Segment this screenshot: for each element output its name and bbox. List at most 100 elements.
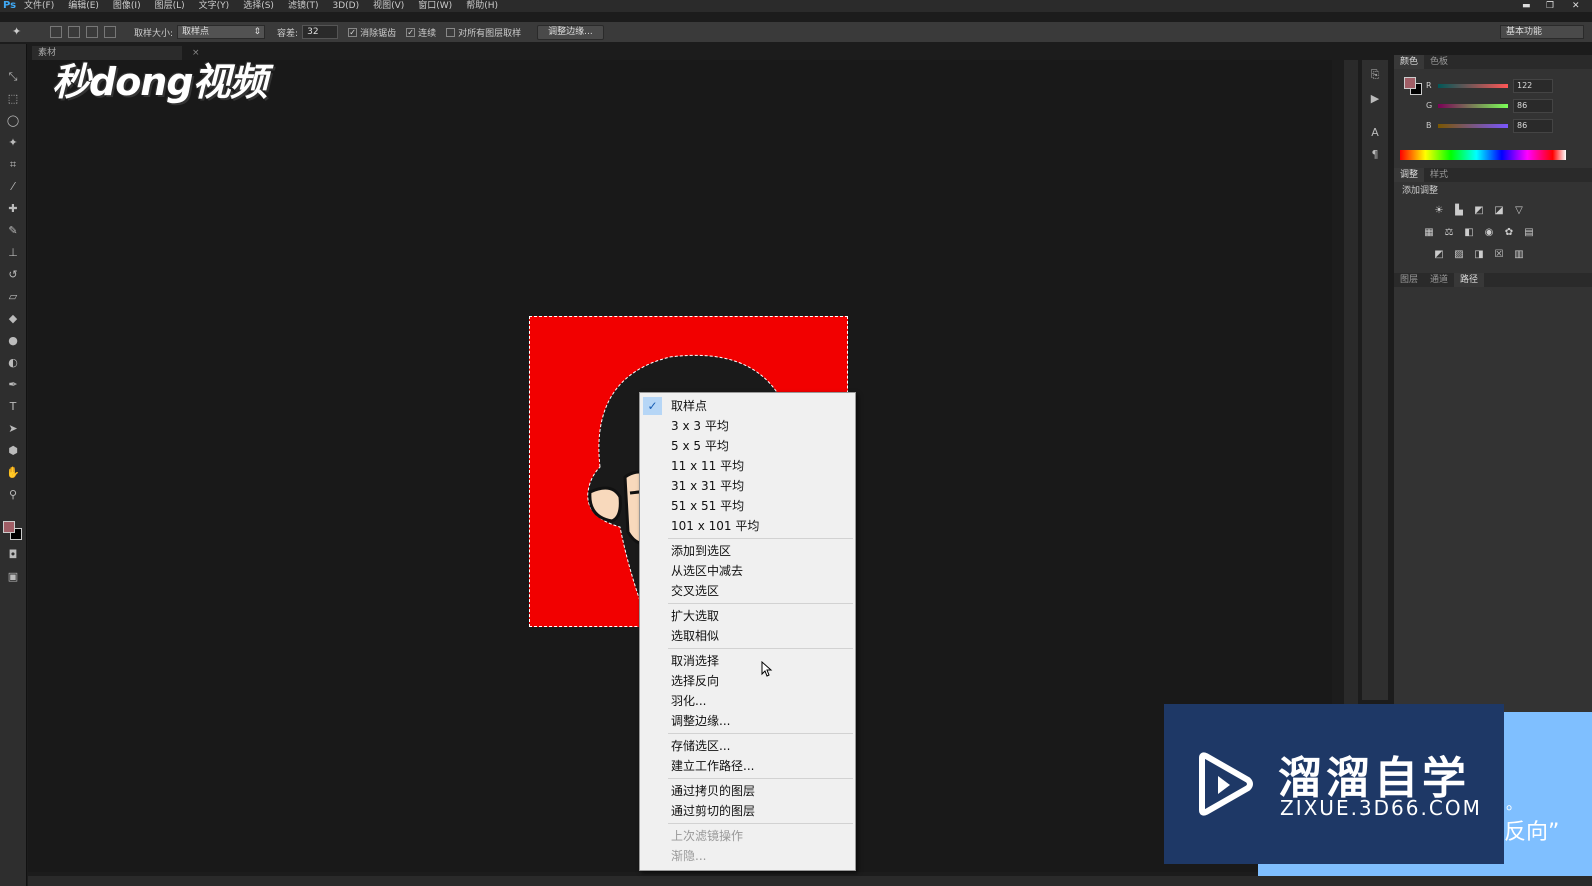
shape-tool-icon[interactable]: ⬢	[4, 442, 22, 460]
photo-filter-icon[interactable]: ◉	[1482, 227, 1496, 239]
add-selection-icon[interactable]	[68, 26, 80, 38]
threshold-icon[interactable]: ◨	[1472, 249, 1486, 261]
stamp-tool-icon[interactable]: ⊥	[4, 244, 22, 262]
blue-value[interactable]: 86	[1513, 119, 1553, 133]
menu-filter[interactable]: 滤镜(T)	[288, 0, 319, 12]
menu-item-deselect[interactable]: 取消选择	[640, 651, 855, 671]
blue-slider[interactable]: B 86	[1426, 119, 1588, 133]
green-value[interactable]: 86	[1513, 99, 1553, 113]
posterize-icon[interactable]: ▨	[1452, 249, 1466, 261]
tab-color[interactable]: 颜色	[1394, 55, 1425, 69]
sample-size-select[interactable]: 取样点 ⇕	[177, 25, 266, 39]
menu-item-save-selection[interactable]: 存储选区...	[640, 736, 855, 756]
tolerance-input[interactable]: 32	[302, 25, 339, 39]
minimize-icon[interactable]: ▬	[1522, 0, 1531, 12]
tab-channels[interactable]: 通道	[1424, 273, 1454, 287]
curves-icon[interactable]: ◩	[1472, 205, 1486, 217]
menu-item-101x101[interactable]: 101 x 101 平均	[640, 516, 855, 536]
move-tool-icon[interactable]: ⤡	[4, 68, 22, 86]
green-slider[interactable]: G 86	[1426, 99, 1588, 113]
menu-item-make-work-path[interactable]: 建立工作路径...	[640, 756, 855, 776]
menu-item-select-inverse[interactable]: 选择反向	[640, 671, 855, 691]
tab-styles[interactable]: 样式	[1424, 168, 1454, 182]
history-brush-icon[interactable]: ↺	[4, 266, 22, 284]
paint-bucket-icon[interactable]: ◆	[4, 310, 22, 328]
gradient-map-icon[interactable]: ▥	[1512, 249, 1526, 261]
screen-mode-icon[interactable]: ▣	[4, 568, 22, 586]
sample-all-checkbox[interactable]	[446, 27, 456, 37]
magic-wand-icon[interactable]: ✦	[4, 134, 22, 152]
menu-item-31x31[interactable]: 31 x 31 平均	[640, 476, 855, 496]
menu-item-51x51[interactable]: 51 x 51 平均	[640, 496, 855, 516]
levels-icon[interactable]: ▙	[1452, 205, 1466, 217]
subtract-selection-icon[interactable]	[86, 26, 98, 38]
hue-saturation-icon[interactable]: ▦	[1422, 227, 1436, 239]
menu-help[interactable]: 帮助(H)	[466, 0, 498, 12]
pen-tool-icon[interactable]: ✒	[4, 376, 22, 394]
magic-wand-tool-icon[interactable]: ✦	[12, 26, 24, 38]
channel-mixer-icon[interactable]: ✿	[1502, 227, 1516, 239]
menu-select[interactable]: 选择(S)	[243, 0, 274, 12]
red-track[interactable]	[1438, 84, 1508, 88]
type-tool-icon[interactable]: T	[4, 398, 22, 416]
menu-item-point-sample[interactable]: ✓ 取样点	[640, 396, 855, 416]
lasso-tool-icon[interactable]: ◯	[4, 112, 22, 130]
actions-play-icon[interactable]: ▶	[1368, 92, 1382, 106]
menu-item-11x11[interactable]: 11 x 11 平均	[640, 456, 855, 476]
character-panel-icon[interactable]: A	[1368, 126, 1382, 140]
quick-mask-icon[interactable]: ◘	[4, 546, 22, 564]
tab-paths[interactable]: 路径	[1454, 273, 1485, 287]
red-value[interactable]: 122	[1513, 79, 1553, 93]
dodge-tool-icon[interactable]: ◐	[4, 354, 22, 372]
menu-item-feather[interactable]: 羽化...	[640, 691, 855, 711]
menu-item-refine-edge[interactable]: 调整边缘...	[640, 711, 855, 731]
close-icon[interactable]: ✕	[1572, 0, 1580, 12]
color-balance-icon[interactable]: ⚖	[1442, 227, 1456, 239]
paragraph-panel-icon[interactable]: ¶	[1368, 148, 1382, 162]
green-track[interactable]	[1438, 104, 1508, 108]
marquee-tool-icon[interactable]: ⬚	[4, 90, 22, 108]
tab-layers[interactable]: 图层	[1394, 273, 1424, 287]
menu-3d[interactable]: 3D(D)	[332, 0, 359, 12]
eyedropper-icon[interactable]: ⁄	[4, 178, 22, 196]
menu-item-subtract-from-selection[interactable]: 从选区中减去	[640, 561, 855, 581]
menu-item-3x3[interactable]: 3 x 3 平均	[640, 416, 855, 436]
contiguous-checkbox[interactable]: ✓	[406, 27, 416, 37]
selective-color-icon[interactable]: ☒	[1492, 249, 1506, 261]
menu-type[interactable]: 文字(Y)	[199, 0, 230, 12]
history-panel-icon[interactable]: ⎘	[1368, 68, 1382, 82]
eraser-tool-icon[interactable]: ▱	[4, 288, 22, 306]
foreground-color-swatch[interactable]	[3, 521, 15, 533]
blue-track[interactable]	[1438, 124, 1508, 128]
panel-fg-swatch[interactable]	[1404, 77, 1416, 89]
workspace-select[interactable]: 基本功能	[1500, 25, 1584, 39]
menu-item-layer-via-cut[interactable]: 通过剪切的图层	[640, 801, 855, 821]
menu-item-5x5[interactable]: 5 x 5 平均	[640, 436, 855, 456]
path-select-icon[interactable]: ➤	[4, 420, 22, 438]
tab-adjustments[interactable]: 调整	[1394, 168, 1425, 182]
color-lookup-icon[interactable]: ▤	[1522, 227, 1536, 239]
menu-item-add-to-selection[interactable]: 添加到选区	[640, 541, 855, 561]
blur-tool-icon[interactable]: ●	[4, 332, 22, 350]
menu-item-grow[interactable]: 扩大选取	[640, 606, 855, 626]
zoom-tool-icon[interactable]: ⚲	[4, 486, 22, 504]
invert-icon[interactable]: ◩	[1432, 249, 1446, 261]
brightness-icon[interactable]: ☀	[1432, 205, 1446, 217]
healing-brush-icon[interactable]: ✚	[4, 200, 22, 218]
vibrance-icon[interactable]: ▽	[1512, 205, 1526, 217]
menu-edit[interactable]: 编辑(E)	[68, 0, 99, 12]
intersect-selection-icon[interactable]	[104, 26, 116, 38]
menu-item-layer-via-copy[interactable]: 通过拷贝的图层	[640, 781, 855, 801]
menu-window[interactable]: 窗口(W)	[418, 0, 452, 12]
refine-edge-button[interactable]: 调整边缘...	[537, 24, 604, 40]
tab-swatches[interactable]: 色板	[1424, 55, 1454, 69]
restore-icon[interactable]: ❐	[1546, 0, 1554, 12]
menu-file[interactable]: 文件(F)	[24, 0, 54, 12]
exposure-icon[interactable]: ◪	[1492, 205, 1506, 217]
brush-tool-icon[interactable]: ✎	[4, 222, 22, 240]
menu-item-intersect-selection[interactable]: 交叉选区	[640, 581, 855, 601]
menu-image[interactable]: 图像(I)	[113, 0, 141, 12]
black-white-icon[interactable]: ◧	[1462, 227, 1476, 239]
red-slider[interactable]: R 122	[1426, 79, 1588, 93]
crop-tool-icon[interactable]: ⌗	[4, 156, 22, 174]
